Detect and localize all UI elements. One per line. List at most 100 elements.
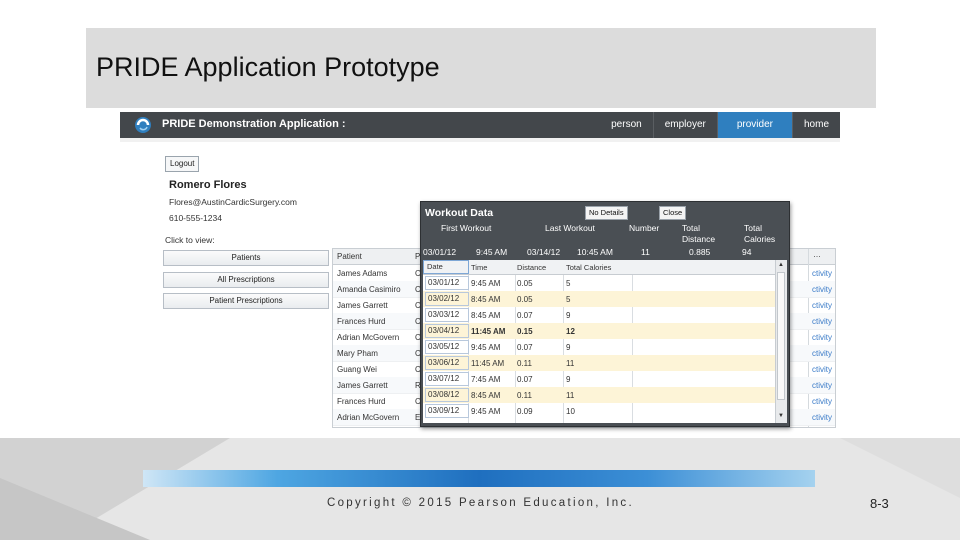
column-header-date[interactable]: Date bbox=[423, 260, 469, 274]
column-header-time[interactable]: Time bbox=[471, 263, 487, 272]
workout-grid: Date Time Distance Total Calories 03/01/… bbox=[423, 260, 775, 423]
cell-date: 03/01/12 bbox=[425, 276, 469, 290]
summary-header-calories: Calories bbox=[744, 234, 776, 244]
all-prescriptions-button[interactable]: All Prescriptions bbox=[163, 272, 329, 288]
app-title: PRIDE Demonstration Application : bbox=[162, 118, 346, 130]
activity-link[interactable]: ctivity bbox=[812, 381, 832, 390]
summary-last-time: 10:45 AM bbox=[577, 247, 613, 257]
summary-header-distance: Distance bbox=[682, 234, 716, 244]
cell-calories: 5 bbox=[566, 295, 571, 304]
cell-distance: 0.11 bbox=[517, 391, 532, 400]
table-row[interactable]: 03/04/12 11:45 AM 0.15 12 bbox=[423, 323, 775, 339]
cell-time: 8:45 AM bbox=[471, 295, 501, 304]
footer-decoration bbox=[0, 438, 960, 540]
table-row[interactable]: 03/06/12 11:45 AM 0.11 11 bbox=[423, 355, 775, 371]
workout-dialog-title: Workout Data bbox=[425, 207, 494, 219]
cell-time: 11:45 AM bbox=[471, 327, 506, 336]
cell-date: 03/04/12 bbox=[425, 324, 469, 338]
summary-total-distance: 0.885 bbox=[689, 247, 711, 257]
click-to-view-label: Click to view: bbox=[165, 235, 215, 245]
activity-link[interactable]: ctivity bbox=[812, 333, 832, 342]
cell-time: 8:45 AM bbox=[471, 311, 501, 320]
slide-title: PRIDE Application Prototype bbox=[96, 52, 440, 82]
nav-home[interactable]: home bbox=[791, 112, 840, 138]
patient-name: Mary Pham bbox=[337, 349, 378, 358]
activity-link[interactable]: ctivity bbox=[812, 349, 832, 358]
column-header-total-calories[interactable]: Total Calories bbox=[566, 263, 611, 272]
summary-header-total-distance: Total bbox=[682, 223, 700, 233]
scroll-up-icon[interactable]: ▲ bbox=[778, 262, 784, 268]
cell-distance: 0.07 bbox=[517, 343, 533, 352]
column-header-distance[interactable]: Distance bbox=[517, 263, 546, 272]
activity-link[interactable]: ctivity bbox=[812, 285, 832, 294]
cell-calories: 11 bbox=[566, 359, 575, 368]
activity-link[interactable]: ctivity bbox=[812, 301, 832, 310]
scroll-thumb[interactable] bbox=[777, 272, 785, 400]
page-number: 8-3 bbox=[870, 496, 889, 511]
activity-link[interactable]: ctivity bbox=[812, 269, 832, 278]
table-row[interactable]: 03/03/12 8:45 AM 0.07 9 bbox=[423, 307, 775, 323]
patient-prescriptions-button[interactable]: Patient Prescriptions bbox=[163, 293, 329, 309]
patient-name: Frances Hurd bbox=[337, 317, 386, 326]
summary-number: 11 bbox=[641, 247, 650, 257]
cell-distance: 0.05 bbox=[517, 279, 533, 288]
cell-time: 8:45 AM bbox=[471, 391, 501, 400]
cell-calories: 5 bbox=[566, 279, 571, 288]
cell-calories: 12 bbox=[566, 327, 575, 336]
user-email: Flores@AustinCardicSurgery.com bbox=[169, 197, 297, 207]
copyright-text: Copyright © 2015 Pearson Education, Inc. bbox=[327, 497, 634, 509]
cell-date: 03/02/12 bbox=[425, 292, 469, 306]
table-row[interactable]: 03/05/12 9:45 AM 0.07 9 bbox=[423, 339, 775, 355]
header-subbar bbox=[120, 138, 840, 142]
cell-date: 03/08/12 bbox=[425, 388, 469, 402]
activity-link[interactable]: ctivity bbox=[812, 413, 832, 422]
cell-distance: 0.07 bbox=[517, 311, 533, 320]
cell-distance: 0.05 bbox=[517, 295, 533, 304]
scroll-down-icon[interactable]: ▼ bbox=[778, 413, 784, 419]
table-row[interactable]: 03/01/12 9:45 AM 0.05 5 bbox=[423, 275, 775, 291]
nav-employer[interactable]: employer bbox=[652, 112, 717, 138]
close-button[interactable]: Close bbox=[659, 206, 687, 220]
no-details-button[interactable]: No Details bbox=[585, 206, 628, 220]
app-logo-icon bbox=[135, 117, 151, 133]
cell-date: 03/07/12 bbox=[425, 372, 469, 386]
table-row[interactable]: 03/02/12 8:45 AM 0.05 5 bbox=[423, 291, 775, 307]
activity-link[interactable]: ctivity bbox=[812, 397, 832, 406]
cell-calories: 10 bbox=[566, 407, 575, 416]
patient-name: James Garrett bbox=[337, 301, 388, 310]
logout-button[interactable]: Logout bbox=[165, 156, 200, 172]
cell-time: 11:45 AM bbox=[471, 359, 505, 368]
summary-first-date: 03/01/12 bbox=[423, 247, 457, 257]
cell-distance: 0.11 bbox=[517, 359, 532, 368]
patients-button[interactable]: Patients bbox=[163, 250, 329, 266]
user-name: Romero Flores bbox=[169, 179, 247, 191]
cell-date: 03/09/12 bbox=[425, 404, 469, 418]
nav-provider[interactable]: provider bbox=[716, 112, 792, 138]
main-nav: person employer provider home bbox=[600, 112, 840, 138]
cell-calories: 9 bbox=[566, 311, 571, 320]
cell-time: 9:45 AM bbox=[471, 279, 501, 288]
slide-title-band: PRIDE Application Prototype bbox=[86, 28, 876, 108]
summary-last-date: 03/14/12 bbox=[527, 247, 561, 257]
summary-header-last-workout: Last Workout bbox=[545, 223, 595, 233]
activity-link[interactable]: ctivity bbox=[812, 317, 832, 326]
nav-person[interactable]: person bbox=[600, 112, 653, 138]
patient-name: Adrian McGovern bbox=[337, 413, 400, 422]
table-row[interactable]: 03/07/12 7:45 AM 0.07 9 bbox=[423, 371, 775, 387]
patient-name: Frances Hurd bbox=[337, 397, 386, 406]
footer-blue-bar bbox=[143, 470, 815, 487]
table-row[interactable]: 03/09/12 9:45 AM 0.09 10 bbox=[423, 403, 775, 419]
column-header-patient[interactable]: Patient bbox=[337, 252, 362, 261]
table-row[interactable]: 03/08/12 8:45 AM 0.11 11 bbox=[423, 387, 775, 403]
cell-calories: 9 bbox=[566, 375, 571, 384]
cell-distance: 0.07 bbox=[517, 375, 533, 384]
app-header: PRIDE Demonstration Application : person… bbox=[120, 112, 840, 138]
cell-date: 03/03/12 bbox=[425, 308, 469, 322]
cell-calories: 11 bbox=[566, 391, 575, 400]
activity-link[interactable]: ctivity bbox=[812, 365, 832, 374]
patient-name: James Adams bbox=[337, 269, 388, 278]
patient-name: Amanda Casimiro bbox=[337, 285, 401, 294]
patient-name: Adrian McGovern bbox=[337, 333, 400, 342]
workout-grid-scrollbar[interactable]: ▲ ▼ bbox=[775, 260, 787, 423]
workout-data-dialog: Workout Data No Details Close First Work… bbox=[420, 201, 790, 427]
